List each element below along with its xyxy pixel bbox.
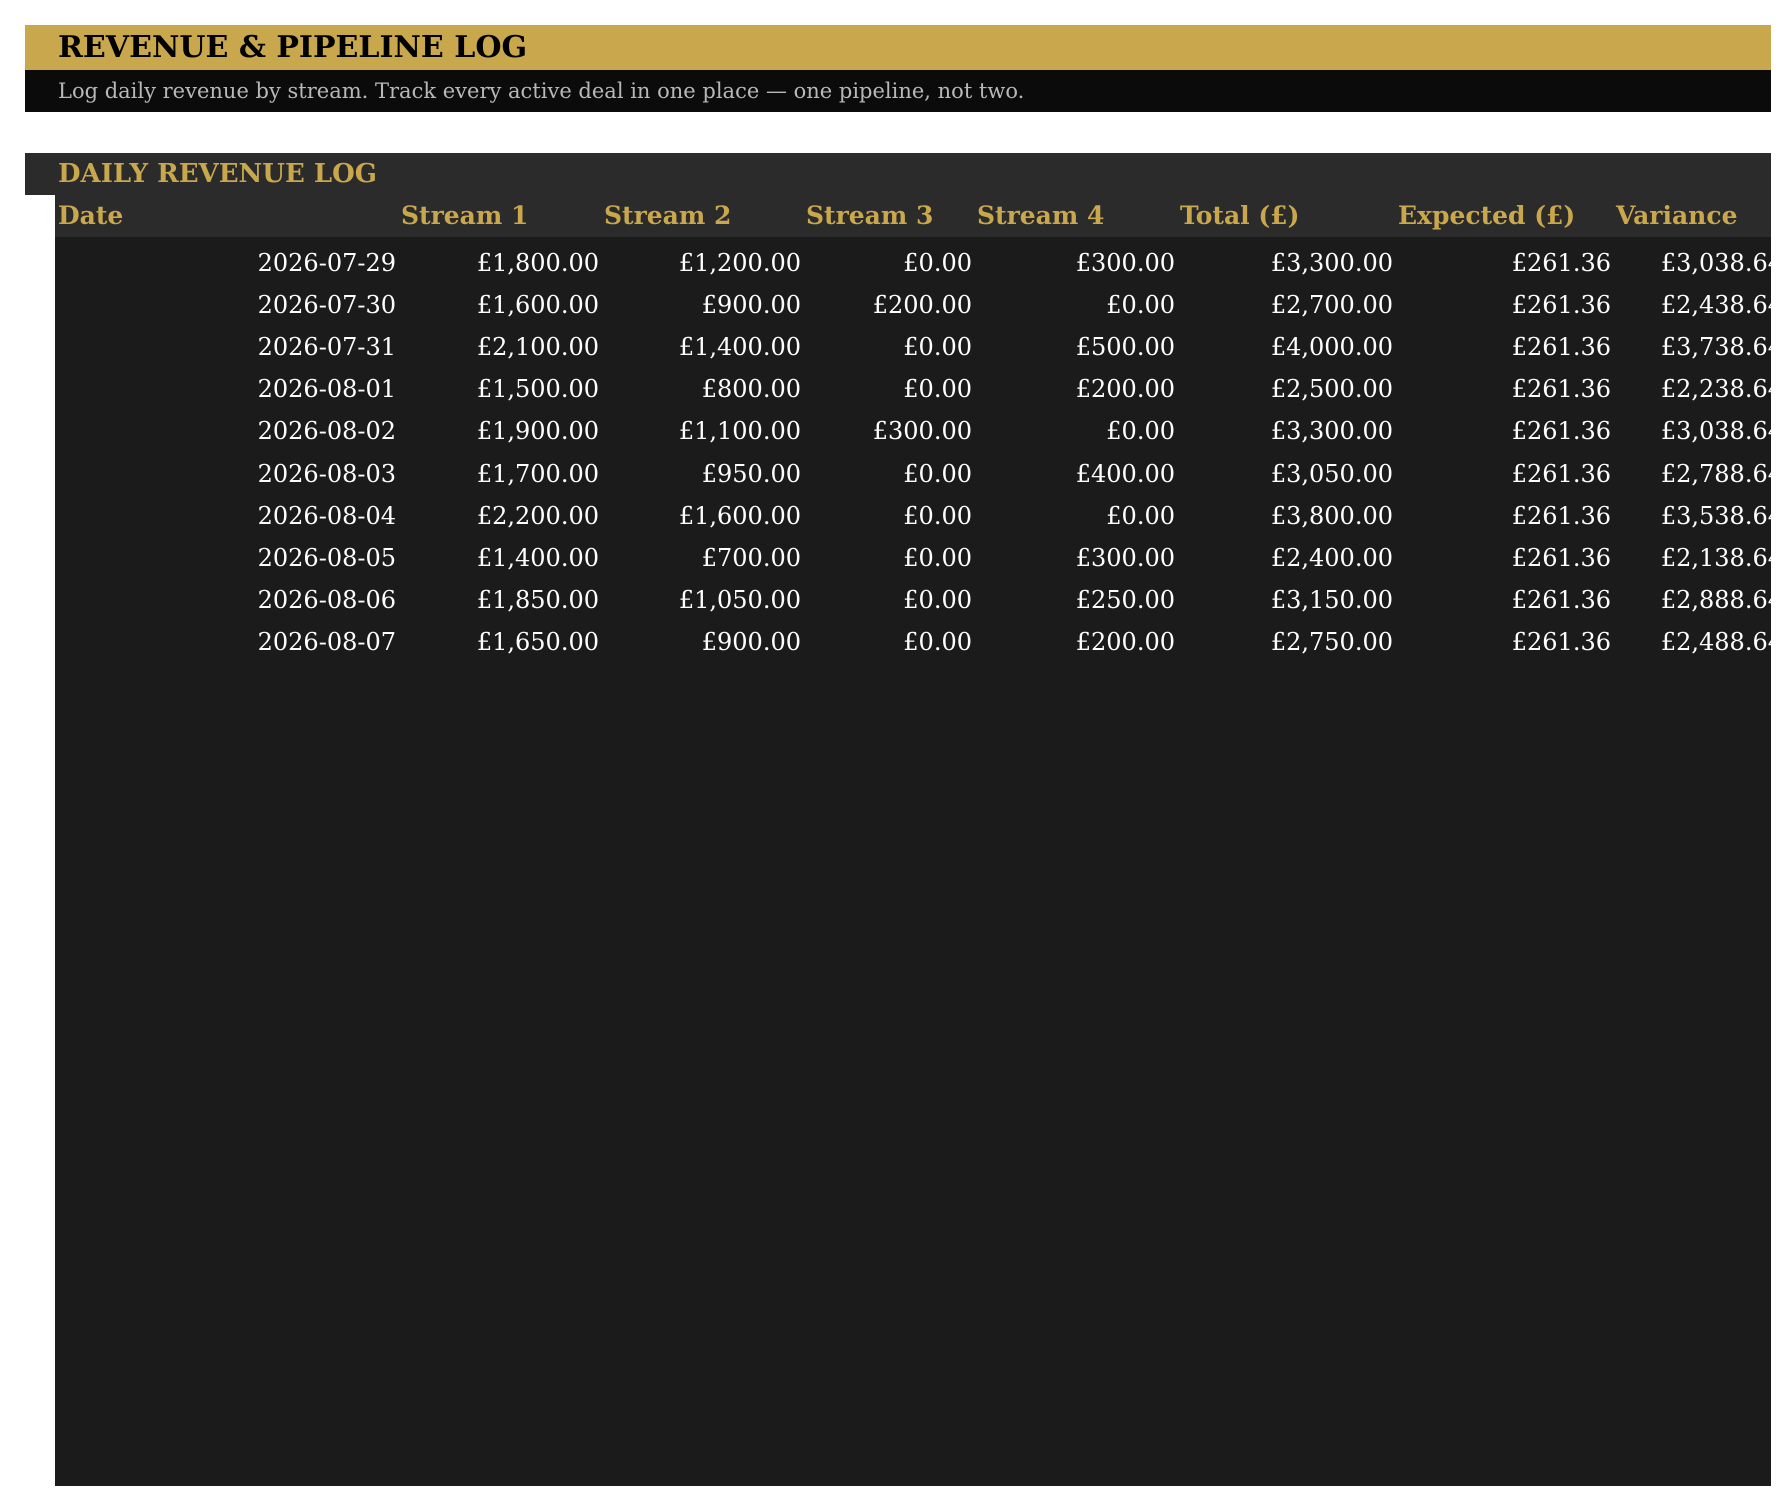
total-cell[interactable]: £2,500.00 [1180, 368, 1393, 410]
stream-1-cell[interactable]: £1,650.00 [401, 621, 599, 663]
total-cell[interactable]: £3,150.00 [1180, 579, 1393, 621]
date-cell[interactable]: 2026-08-06 [55, 579, 396, 621]
total-cell[interactable]: £3,800.00 [1180, 495, 1393, 537]
variance-cell[interactable]: £2,238.64 [1616, 368, 1783, 410]
stream-1-cell[interactable]: £1,500.00 [401, 368, 599, 410]
variance-cell[interactable]: £3,738.64 [1616, 326, 1783, 368]
stream-3-cell[interactable]: £0.00 [806, 495, 972, 537]
expected-cell[interactable]: £261.36 [1398, 284, 1611, 326]
total-cell[interactable]: £2,700.00 [1180, 284, 1393, 326]
stream-3-cell[interactable]: £0.00 [806, 537, 972, 579]
stream-4-cell[interactable]: £0.00 [977, 284, 1175, 326]
date-cell[interactable]: 2026-08-02 [55, 410, 396, 452]
stream-4-cell[interactable]: £300.00 [977, 537, 1175, 579]
stream-2-cell[interactable]: £1,400.00 [604, 326, 801, 368]
total-cell[interactable]: £3,300.00 [1180, 410, 1393, 452]
expected-cell[interactable]: £261.36 [1398, 537, 1611, 579]
variance-cell[interactable]: £2,438.64 [1616, 284, 1783, 326]
date-cell[interactable]: 2026-08-01 [55, 368, 396, 410]
stream-1-cell[interactable]: £1,400.00 [401, 537, 599, 579]
col-header-stream-3: Stream 3 [806, 201, 934, 230]
expected-cell[interactable]: £261.36 [1398, 326, 1611, 368]
stream-1-cell[interactable]: £1,600.00 [401, 284, 599, 326]
variance-cell[interactable]: £3,538.64 [1616, 495, 1783, 537]
col-header-variance: Variance [1616, 201, 1738, 230]
page-title: REVENUE & PIPELINE LOG [58, 30, 528, 65]
total-cell[interactable]: £3,050.00 [1180, 453, 1393, 495]
stream-4-cell[interactable]: £250.00 [977, 579, 1175, 621]
stream-4-cell[interactable]: £400.00 [977, 453, 1175, 495]
stream-2-cell[interactable]: £1,100.00 [604, 410, 801, 452]
variance-cell[interactable]: £3,038.64 [1616, 242, 1783, 284]
total-cell[interactable]: £2,750.00 [1180, 621, 1393, 663]
stream-2-cell[interactable]: £950.00 [604, 453, 801, 495]
date-cell[interactable]: 2026-07-30 [55, 284, 396, 326]
date-cell[interactable]: 2026-07-29 [55, 242, 396, 284]
stream-1-cell[interactable]: £2,200.00 [401, 495, 599, 537]
expected-cell[interactable]: £261.36 [1398, 368, 1611, 410]
expected-cell[interactable]: £261.36 [1398, 410, 1611, 452]
variance-cell[interactable]: £3,038.64 [1616, 410, 1783, 452]
stream-3-cell[interactable]: £0.00 [806, 579, 972, 621]
stream-2-cell[interactable]: £700.00 [604, 537, 801, 579]
stream-2-cell[interactable]: £900.00 [604, 284, 801, 326]
stream-1-cell[interactable]: £1,850.00 [401, 579, 599, 621]
stream-2-cell[interactable]: £800.00 [604, 368, 801, 410]
stream-3-cell[interactable]: £0.00 [806, 621, 972, 663]
col-header-stream-2: Stream 2 [604, 201, 732, 230]
stream-1-cell[interactable]: £1,800.00 [401, 242, 599, 284]
stream-3-cell[interactable]: £0.00 [806, 453, 972, 495]
section-title: DAILY REVENUE LOG [58, 159, 377, 189]
stream-4-cell[interactable]: £0.00 [977, 495, 1175, 537]
stream-1-cell[interactable]: £1,900.00 [401, 410, 599, 452]
col-header-date: Date [58, 201, 124, 230]
stream-3-cell[interactable]: £300.00 [806, 410, 972, 452]
stream-3-cell[interactable]: £0.00 [806, 242, 972, 284]
title-bar: REVENUE & PIPELINE LOG [25, 25, 1771, 70]
variance-cell[interactable]: £2,138.64 [1616, 537, 1783, 579]
expected-cell[interactable]: £261.36 [1398, 453, 1611, 495]
total-cell[interactable]: £3,300.00 [1180, 242, 1393, 284]
stream-3-cell[interactable]: £200.00 [806, 284, 972, 326]
col-header-total: Total (£) [1180, 201, 1300, 230]
section-gutter [25, 195, 55, 237]
stream-4-cell[interactable]: £200.00 [977, 368, 1175, 410]
expected-cell[interactable]: £261.36 [1398, 495, 1611, 537]
date-cell[interactable]: 2026-08-03 [55, 453, 396, 495]
page-subtitle: Log daily revenue by stream. Track every… [58, 79, 1025, 103]
date-cell[interactable]: 2026-08-04 [55, 495, 396, 537]
col-header-stream-4: Stream 4 [977, 201, 1105, 230]
stream-1-cell[interactable]: £1,700.00 [401, 453, 599, 495]
variance-cell[interactable]: £2,488.64 [1616, 621, 1783, 663]
stream-4-cell[interactable]: £0.00 [977, 410, 1175, 452]
expected-cell[interactable]: £261.36 [1398, 579, 1611, 621]
expected-cell[interactable]: £261.36 [1398, 621, 1611, 663]
stream-2-cell[interactable]: £1,050.00 [604, 579, 801, 621]
stream-4-cell[interactable]: £500.00 [977, 326, 1175, 368]
stream-2-cell[interactable]: £1,600.00 [604, 495, 801, 537]
col-header-expected: Expected (£) [1398, 201, 1576, 230]
col-header-stream-1: Stream 1 [401, 201, 529, 230]
stream-1-cell[interactable]: £2,100.00 [401, 326, 599, 368]
stream-2-cell[interactable]: £1,200.00 [604, 242, 801, 284]
date-cell[interactable]: 2026-07-31 [55, 326, 396, 368]
subtitle-bar: Log daily revenue by stream. Track every… [25, 70, 1771, 112]
variance-cell[interactable]: £2,888.64 [1616, 579, 1783, 621]
total-cell[interactable]: £2,400.00 [1180, 537, 1393, 579]
variance-cell[interactable]: £2,788.64 [1616, 453, 1783, 495]
date-cell[interactable]: 2026-08-07 [55, 621, 396, 663]
expected-cell[interactable]: £261.36 [1398, 242, 1611, 284]
total-cell[interactable]: £4,000.00 [1180, 326, 1393, 368]
date-cell[interactable]: 2026-08-05 [55, 537, 396, 579]
stream-2-cell[interactable]: £900.00 [604, 621, 801, 663]
stream-3-cell[interactable]: £0.00 [806, 368, 972, 410]
stream-3-cell[interactable]: £0.00 [806, 326, 972, 368]
stream-4-cell[interactable]: £300.00 [977, 242, 1175, 284]
stream-4-cell[interactable]: £200.00 [977, 621, 1175, 663]
